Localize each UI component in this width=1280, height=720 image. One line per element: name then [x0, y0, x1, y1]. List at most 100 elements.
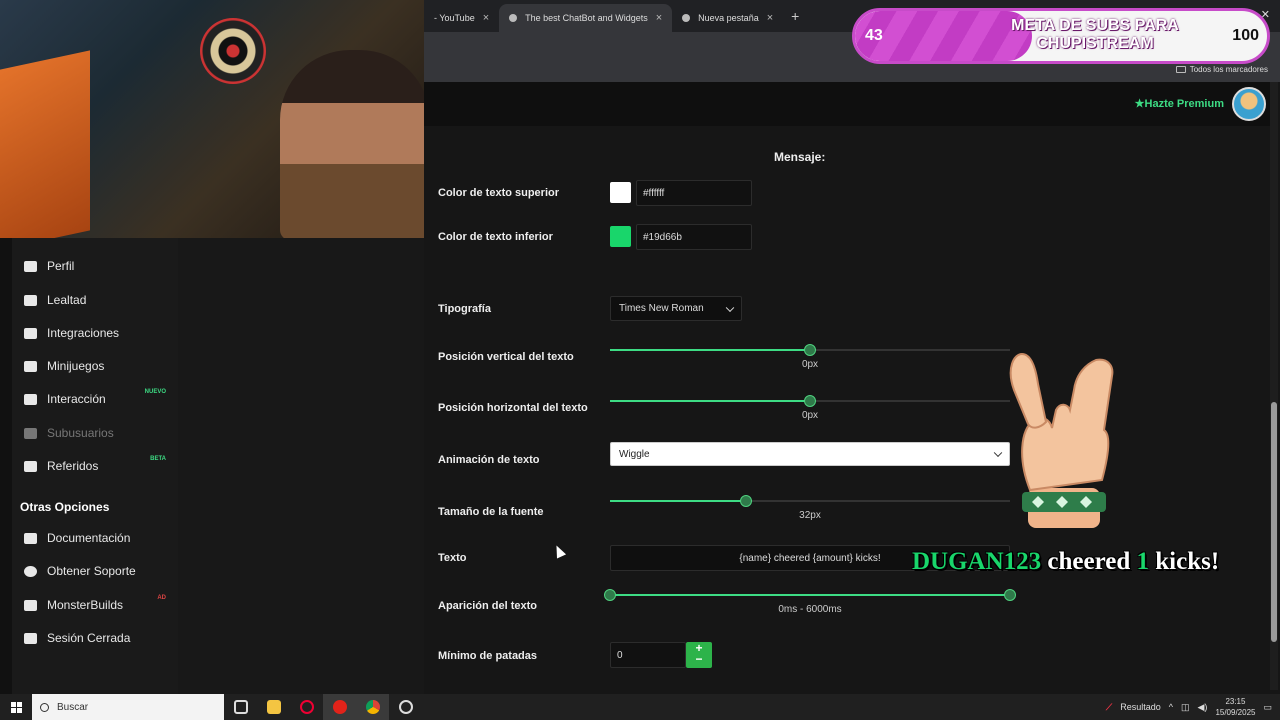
network-icon[interactable]: ◫ [1181, 702, 1190, 713]
dartboard [200, 18, 266, 84]
minus-icon[interactable]: − [686, 653, 712, 665]
slider-handle[interactable] [740, 495, 752, 507]
vertical-position-label: Posición vertical del texto [438, 351, 574, 363]
sidebar-item-monsterbuilds[interactable]: MonsterBuilds AD [24, 593, 174, 617]
sidebar-item-lealtad[interactable]: Lealtad [24, 288, 174, 312]
top-color-label: Color de texto superior [438, 187, 560, 199]
opera-gx-icon[interactable] [290, 694, 323, 720]
slider-handle[interactable] [804, 344, 816, 356]
min-kicks-input[interactable]: 0 [610, 642, 686, 668]
alert-username: DUGAN123 [912, 548, 1042, 575]
tab-new-tab[interactable]: Nueva pestaña × [672, 4, 783, 32]
all-bookmarks[interactable]: Todos los marcadores [1175, 65, 1268, 74]
sub-goal-title: META DE SUBS PARA CHUPISTREAM [1011, 17, 1179, 52]
tab-chatbot[interactable]: The best ChatBot and Widgets × [499, 4, 673, 32]
tab-title: The best ChatBot and Widgets [525, 13, 648, 23]
system-tray: ⟋ Resultado ^ ◫ ◀) 23:15 15/09/2025 ▭ [1106, 694, 1280, 720]
animation-select[interactable]: Wiggle [610, 442, 1010, 466]
quantity-stepper[interactable]: + − [686, 642, 712, 668]
sidebar-item-interaccion[interactable]: Interacción NUEVO [24, 387, 174, 411]
sidebar-item-label: Lealtad [47, 293, 87, 307]
chevron-up-icon[interactable]: ^ [1169, 702, 1173, 712]
webcam-background-wall [0, 50, 90, 238]
content-gutter [178, 238, 424, 694]
windows-logo-icon [10, 701, 22, 713]
sidebar-item-integraciones[interactable]: Integraciones [24, 321, 174, 345]
sidebar-item-logout[interactable]: Sesión Cerrada [24, 626, 174, 650]
close-icon[interactable]: × [767, 12, 773, 24]
search-placeholder: Buscar [57, 701, 89, 713]
site-favicon-icon [509, 14, 518, 22]
slider-handle-end[interactable] [1004, 589, 1016, 601]
font-size-slider[interactable]: 32px [610, 495, 1010, 521]
new-badge: NUEVO [144, 389, 166, 395]
alert-verb: cheered [1047, 548, 1131, 575]
laptop-icon [24, 599, 37, 611]
animation-label: Animación de texto [438, 454, 540, 466]
horizontal-position-slider[interactable]: 0px [610, 395, 1010, 421]
task-view-icon[interactable] [224, 694, 257, 720]
notifications-icon[interactable]: ▭ [1263, 702, 1272, 713]
taskbar-search[interactable]: Buscar [32, 694, 224, 720]
slider-handle-start[interactable] [604, 589, 616, 601]
obs-icon[interactable] [389, 694, 422, 720]
sidebar-item-minijuegos[interactable]: Minijuegos [24, 354, 174, 378]
sidebar-item-label: Obtener Soporte [47, 564, 136, 578]
sidebar: Perfil Lealtad Integraciones Minijuegos … [0, 238, 178, 694]
opera-icon[interactable] [323, 694, 356, 720]
volume-icon[interactable]: ◀) [1198, 702, 1208, 713]
font-select-value: Times New Roman [619, 303, 704, 314]
sidebar-item-label: Interacción [47, 392, 106, 406]
site-header: ★Hazte Premium [424, 82, 1274, 126]
alert-suffix: kicks! [1155, 548, 1220, 575]
close-icon[interactable]: × [656, 12, 662, 24]
sidebar-item-perfil[interactable]: Perfil [24, 254, 174, 278]
font-size-label: Tamaño de la fuente [438, 506, 544, 518]
slider-fill [610, 500, 746, 502]
top-color-swatch[interactable] [610, 182, 631, 203]
webcam-overlay [0, 0, 424, 238]
vertical-position-slider[interactable]: 0px [610, 344, 1010, 370]
beta-badge: BETA [150, 456, 166, 462]
clock[interactable]: 23:15 15/09/2025 [1215, 696, 1255, 718]
sidebar-item-soporte[interactable]: Obtener Soporte [24, 559, 174, 583]
sidebar-item-label: Integraciones [47, 326, 120, 340]
sidebar-item-label: Subusuarios [47, 426, 114, 440]
premium-link[interactable]: ★Hazte Premium [1135, 97, 1224, 110]
font-label: Tipografía [438, 303, 491, 315]
slider-fill [610, 594, 1010, 596]
sidebar-item-label: Documentación [47, 531, 131, 545]
folder-icon [1175, 66, 1186, 74]
search-icon [40, 702, 49, 712]
sidebar-item-label: Perfil [47, 259, 75, 273]
tab-youtube[interactable]: - YouTube × [424, 4, 499, 32]
clock-date: 15/09/2025 [1215, 708, 1256, 717]
sidebar-item-label: Minijuegos [47, 359, 105, 373]
music-note-icon [24, 393, 37, 405]
sidebar-item-label: Sesión Cerrada [47, 631, 131, 645]
chrome-icon [682, 14, 691, 22]
appearance-range-slider[interactable]: 0ms - 6000ms [604, 589, 1016, 615]
text-label: Texto [438, 552, 467, 564]
scrollbar-thumb[interactable] [1271, 402, 1277, 642]
appearance-label: Aparición del texto [438, 600, 538, 612]
bottom-color-input[interactable]: #19d66b [636, 224, 752, 250]
sidebar-item-referidos[interactable]: Referidos BETA [24, 454, 174, 478]
bottom-color-swatch[interactable] [610, 226, 631, 247]
streamer [280, 50, 424, 238]
close-icon[interactable]: × [483, 12, 489, 24]
sidebar-item-documentacion[interactable]: Documentación [24, 526, 174, 550]
slider-handle[interactable] [804, 395, 816, 407]
avatar[interactable] [1232, 87, 1266, 121]
top-color-input[interactable]: #ffffff [636, 180, 752, 206]
new-tab-plus-icon[interactable]: + [783, 8, 807, 24]
file-explorer-icon[interactable] [257, 694, 290, 720]
chrome-icon[interactable] [356, 694, 389, 720]
start-button[interactable] [0, 694, 32, 720]
weather-text[interactable]: Resultado [1120, 702, 1161, 712]
chevron-down-icon [725, 303, 735, 312]
page-scrollbar[interactable] [1270, 82, 1278, 690]
min-kicks-label: Mínimo de patadas [438, 650, 538, 662]
font-select[interactable]: Times New Roman [610, 296, 742, 321]
sidebar-item-subusuarios[interactable]: Subusuarios [24, 421, 174, 445]
